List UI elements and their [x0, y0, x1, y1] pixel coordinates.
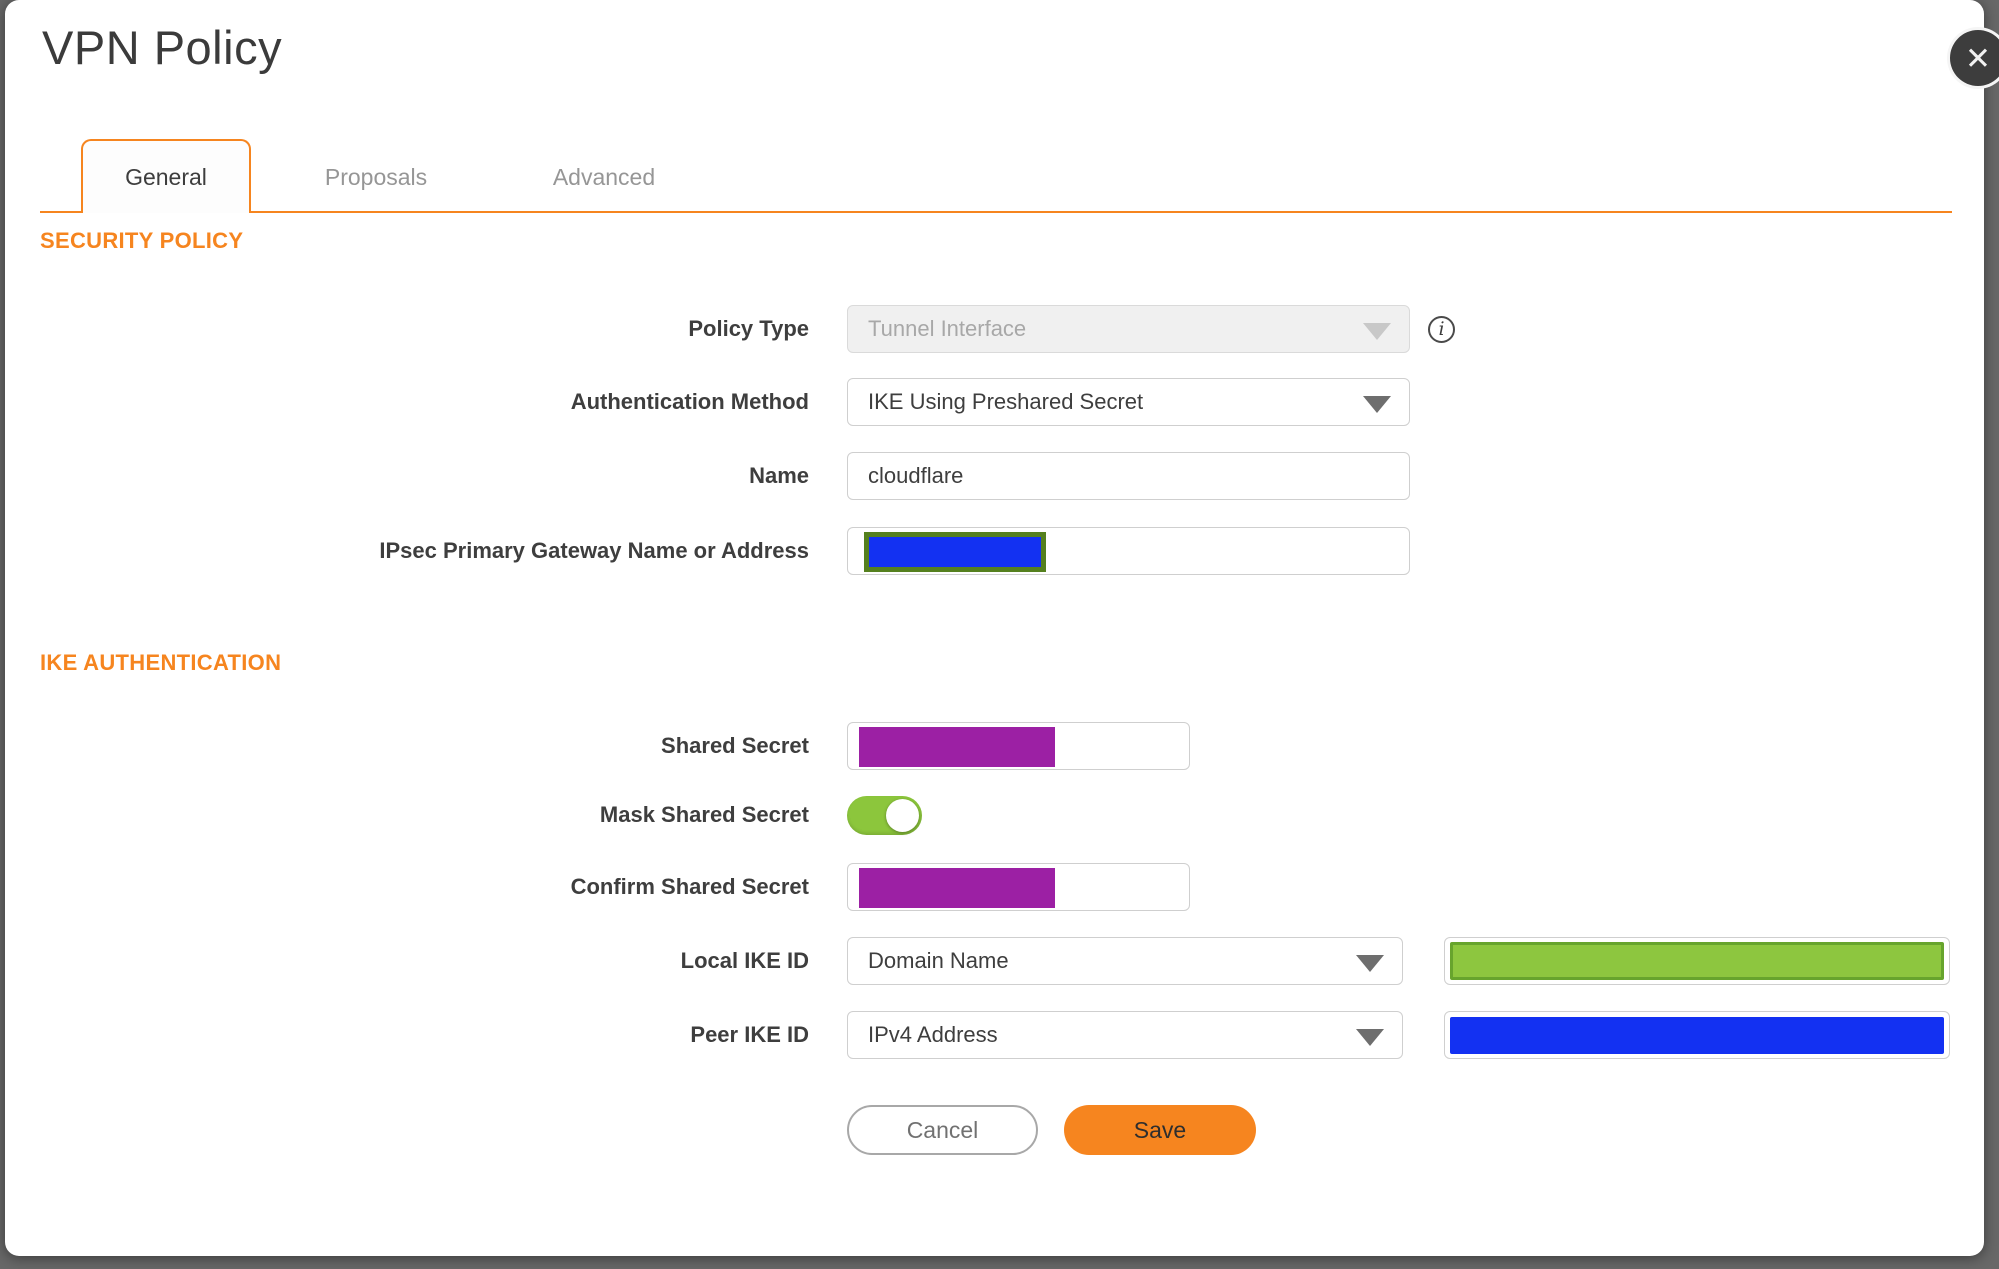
- auth-method-value: IKE Using Preshared Secret: [868, 389, 1144, 414]
- chevron-down-icon: [1356, 955, 1384, 972]
- tab-advanced[interactable]: Advanced: [519, 141, 689, 213]
- vpn-policy-dialog: VPN Policy General Proposals Advanced SE…: [5, 0, 1984, 1256]
- tab-advanced-label: Advanced: [552, 163, 656, 190]
- local-ike-id-row: Local IKE ID Domain Name: [40, 937, 1950, 985]
- gateway-label: IPsec Primary Gateway Name or Address: [379, 538, 809, 563]
- toggle-knob: [886, 798, 919, 832]
- security-policy-heading: SECURITY POLICY: [40, 228, 244, 253]
- gateway-row: IPsec Primary Gateway Name or Address: [40, 527, 1410, 575]
- gateway-input[interactable]: [847, 527, 1410, 575]
- auth-method-row: Authentication Method IKE Using Preshare…: [40, 378, 1410, 426]
- peer-ike-id-redaction: [1450, 1017, 1944, 1054]
- local-ike-id-label: Local IKE ID: [680, 948, 809, 973]
- mask-shared-secret-row: Mask Shared Secret: [40, 791, 922, 839]
- tab-general-label: General: [125, 163, 207, 190]
- confirm-shared-secret-input[interactable]: [847, 863, 1190, 911]
- peer-ike-id-select[interactable]: IPv4 Address: [847, 1011, 1403, 1059]
- tab-proposals-label: Proposals: [324, 163, 428, 190]
- cancel-button[interactable]: Cancel: [847, 1105, 1038, 1155]
- peer-ike-id-row: Peer IKE ID IPv4 Address: [40, 1011, 1950, 1059]
- tab-general[interactable]: General: [81, 139, 251, 213]
- local-ike-id-value: Domain Name: [868, 948, 1009, 973]
- chevron-down-icon: [1363, 396, 1391, 413]
- local-ike-id-select[interactable]: Domain Name: [847, 937, 1403, 985]
- mask-shared-secret-label: Mask Shared Secret: [599, 802, 809, 827]
- tab-proposals[interactable]: Proposals: [291, 141, 461, 213]
- confirm-shared-secret-redaction: [859, 868, 1055, 908]
- auth-method-label: Authentication Method: [570, 389, 809, 414]
- auth-method-select[interactable]: IKE Using Preshared Secret: [847, 378, 1410, 426]
- shared-secret-input[interactable]: [847, 722, 1190, 770]
- local-ike-id-redaction: [1450, 942, 1944, 980]
- close-icon: ✕: [1965, 40, 1991, 76]
- policy-type-value: Tunnel Interface: [868, 316, 1027, 341]
- name-row: Name: [40, 452, 1410, 500]
- save-button[interactable]: Save: [1064, 1105, 1256, 1155]
- chevron-down-icon: [1363, 323, 1391, 340]
- local-ike-id-input[interactable]: [1444, 937, 1950, 985]
- peer-ike-id-input[interactable]: [1444, 1011, 1950, 1059]
- shared-secret-label: Shared Secret: [661, 733, 809, 758]
- policy-type-label: Policy Type: [688, 316, 809, 341]
- policy-type-select: Tunnel Interface: [847, 305, 1410, 353]
- policy-type-row: Policy Type Tunnel Interface i: [40, 305, 1455, 353]
- name-label: Name: [749, 463, 809, 488]
- page-title: VPN Policy: [42, 21, 283, 74]
- confirm-shared-secret-label: Confirm Shared Secret: [570, 874, 809, 899]
- peer-ike-id-value: IPv4 Address: [868, 1022, 998, 1047]
- peer-ike-id-label: Peer IKE ID: [690, 1022, 809, 1047]
- shared-secret-redaction: [859, 727, 1055, 767]
- ike-authentication-heading: IKE AUTHENTICATION: [40, 650, 282, 675]
- name-input[interactable]: [847, 452, 1410, 500]
- shared-secret-row: Shared Secret: [40, 722, 1190, 770]
- chevron-down-icon: [1356, 1029, 1384, 1046]
- mask-shared-secret-toggle[interactable]: [847, 795, 922, 835]
- action-buttons-row: Cancel Save: [40, 1105, 1256, 1155]
- gateway-redaction: [864, 532, 1046, 572]
- confirm-shared-secret-row: Confirm Shared Secret: [40, 863, 1190, 911]
- info-icon[interactable]: i: [1428, 315, 1455, 343]
